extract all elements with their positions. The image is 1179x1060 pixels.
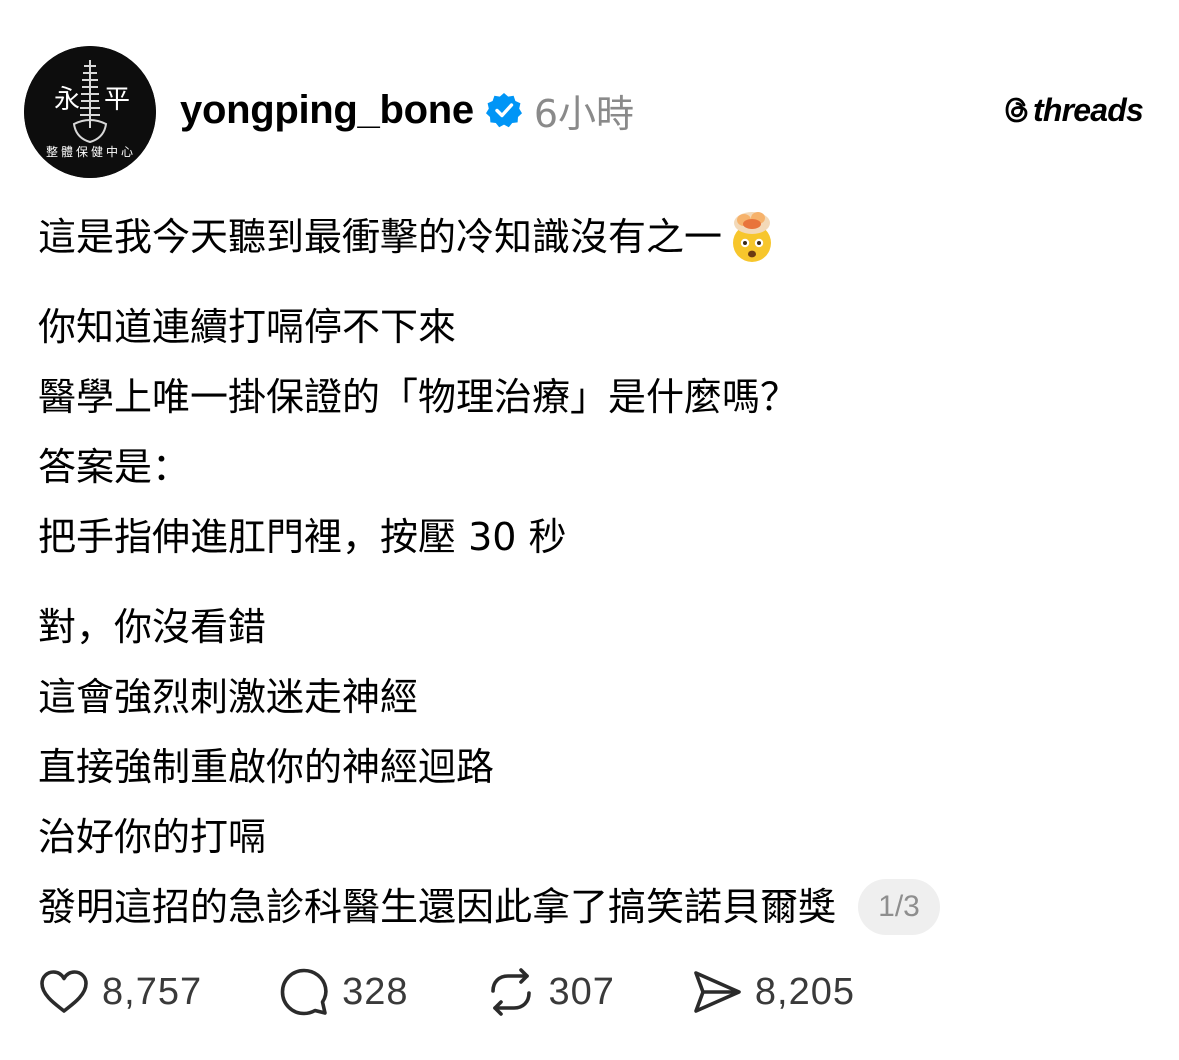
avatar-left-char: 永 — [54, 85, 80, 115]
post-line: 發明這招的急診科醫生還因此拿了搞笑諾貝爾獎 1/3 — [38, 872, 1148, 942]
send-icon — [694, 971, 741, 1013]
post-line: 答案是： — [38, 445, 191, 489]
post-line: 你知道連續打嗝停不下來 — [38, 305, 457, 349]
post-line: 直接強制重啟你的神經迴路 — [38, 745, 495, 789]
post-line: 這會強烈刺激迷走神經 — [38, 675, 419, 719]
post-line: 治好你的打嗝 — [38, 815, 267, 859]
avatar-right-char: 平 — [104, 85, 130, 115]
repost-button[interactable]: 307 — [483, 964, 615, 1020]
brand-name: threads — [1033, 91, 1144, 128]
post-header: yongping_bone 6小時 — [180, 80, 634, 140]
post-line: 這是我今天聽到最衝擊的冷知識沒有之一 — [38, 202, 1148, 272]
reply-count: 328 — [342, 970, 409, 1013]
repost-count: 307 — [548, 970, 615, 1013]
share-button[interactable]: 8,205 — [689, 964, 855, 1020]
threads-post: 永 平 整體保健中心 yongping_bone 6小時 threads 這是我… — [0, 0, 1179, 1060]
post-line: 把手指伸進肛門裡，按壓 30 秒 — [38, 515, 567, 559]
post-body: 這是我今天聽到最衝擊的冷知識沒有之一 你知道連續打嗝停不下來 醫學上唯一掛保證的… — [38, 202, 1148, 942]
avatar[interactable]: 永 平 整體保健中心 — [24, 46, 156, 178]
threads-brand: threads — [1003, 90, 1144, 130]
avatar-logo: 永 平 整體保健中心 — [24, 46, 156, 178]
post-line: 醫學上唯一掛保證的「物理治療」是什麼嗎？ — [38, 375, 799, 419]
heart-icon — [40, 970, 88, 1013]
verified-badge-icon — [485, 93, 522, 128]
like-count: 8,757 — [102, 970, 203, 1013]
exploding-head-emoji-icon — [724, 209, 780, 265]
repost-icon — [490, 968, 531, 1016]
post-timestamp: 6小時 — [533, 91, 635, 136]
like-button[interactable]: 8,757 — [36, 964, 202, 1020]
post-line: 對，你沒看錯 — [38, 605, 267, 649]
media-page-indicator: 1/3 — [858, 879, 941, 935]
post-line-text: 發明這招的急診科醫生還因此拿了搞笑諾貝爾獎 — [38, 885, 837, 929]
avatar-arc-text: 整體保健中心 — [46, 144, 136, 159]
reply-button[interactable]: 328 — [276, 964, 408, 1020]
username[interactable]: yongping_bone — [180, 88, 474, 133]
share-count: 8,205 — [754, 970, 855, 1013]
post-line-text: 這是我今天聽到最衝擊的冷知識沒有之一 — [38, 215, 723, 259]
comment-bubble-icon — [280, 968, 328, 1016]
threads-logo-icon — [1005, 97, 1028, 123]
action-bar: 8,757 328 307 8,205 — [36, 962, 929, 1022]
